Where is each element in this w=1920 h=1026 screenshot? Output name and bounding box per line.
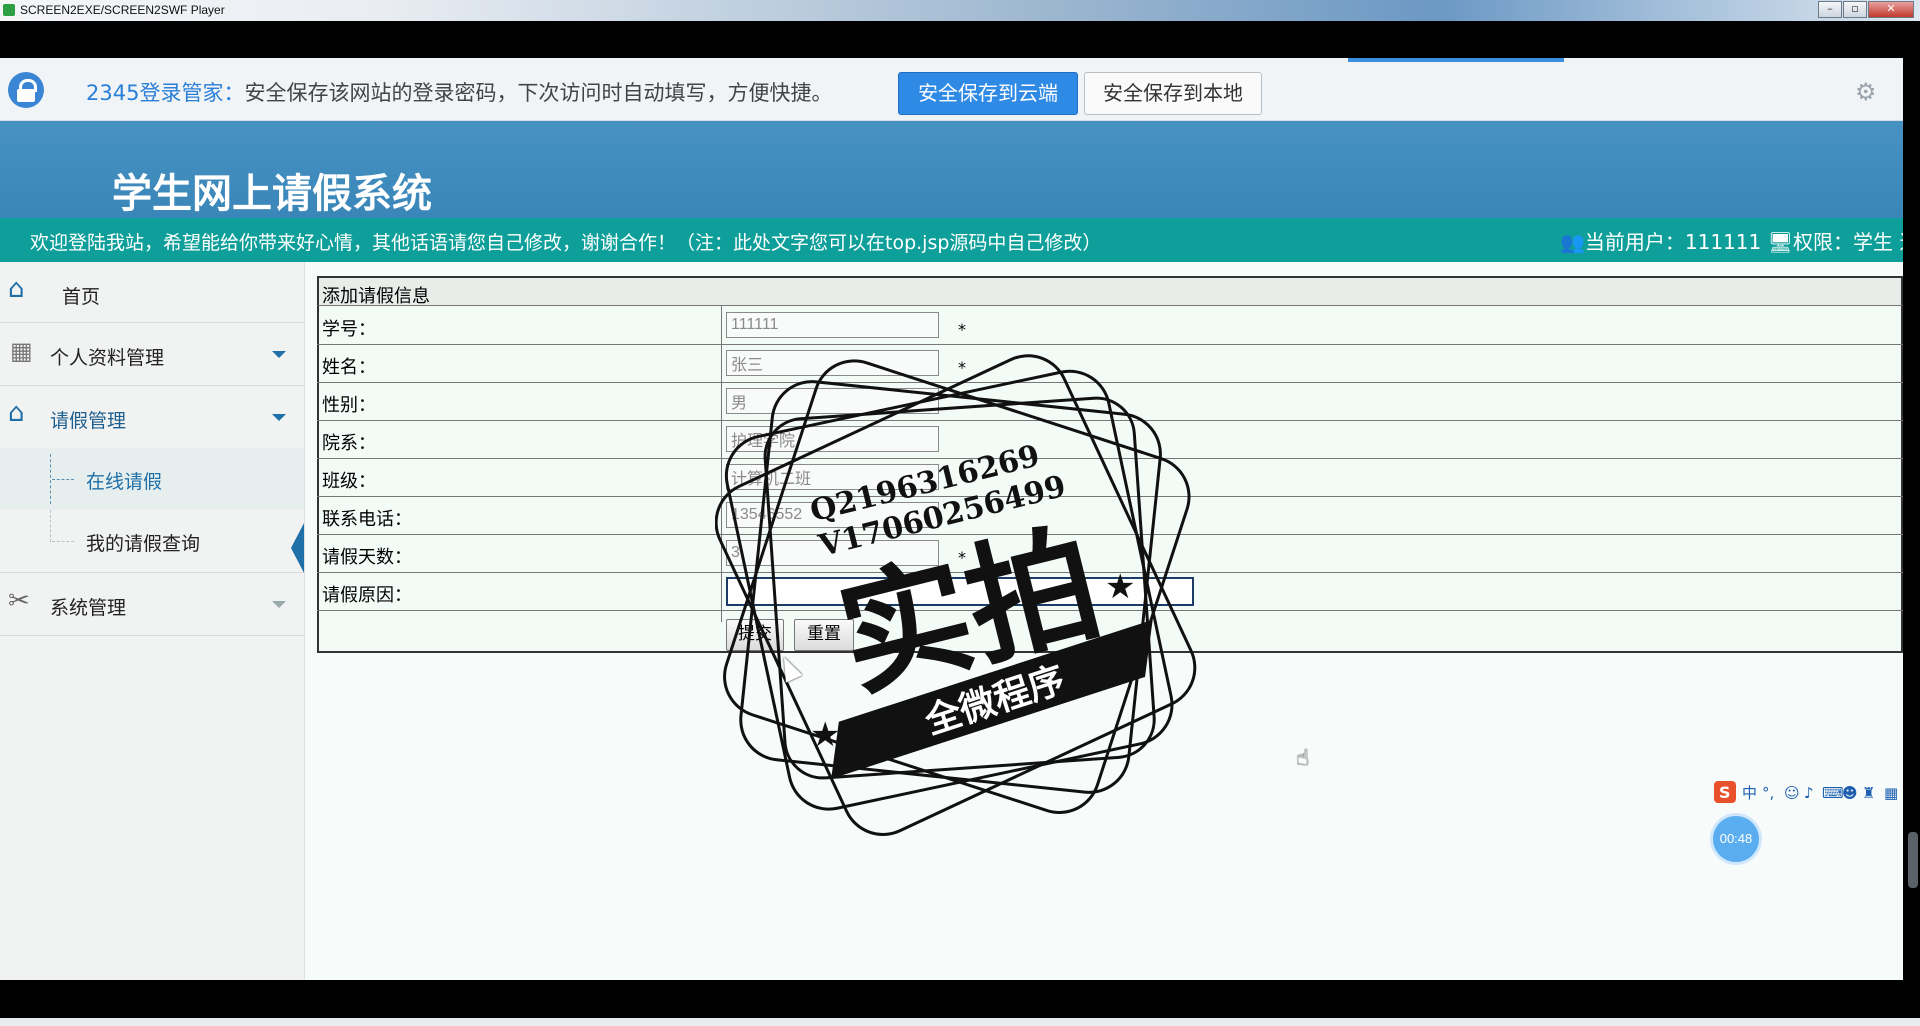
- active-nav-marker: [291, 523, 304, 573]
- sidebar-item-system[interactable]: ✂ 系统管理: [0, 573, 304, 636]
- punctuation-icon[interactable]: °,: [1762, 784, 1774, 802]
- hand-cursor-icon: ☝: [1296, 746, 1310, 771]
- save-to-local-button[interactable]: 安全保存到本地: [1084, 72, 1262, 115]
- grid-icon[interactable]: ▦: [1884, 784, 1898, 802]
- sidebar-item-home[interactable]: ⌂ 首页: [0, 262, 304, 323]
- password-manager-text: 安全保存该网站的登录密码，下次访问时自动填写，方便快捷。: [244, 81, 833, 105]
- row-divider: [317, 344, 1903, 345]
- emoji-icon[interactable]: ☺: [1784, 784, 1800, 802]
- password-manager-brand: 2345登录管家：: [86, 81, 245, 105]
- browser-active-tab-indicator: [1348, 58, 1564, 62]
- svg-text:S: S: [1719, 783, 1731, 802]
- ime-mode-icon[interactable]: 中: [1742, 784, 1757, 802]
- tree-line: [50, 454, 51, 504]
- save-to-cloud-button[interactable]: 安全保存到云端: [898, 72, 1078, 115]
- role-value: 学生: [1853, 230, 1894, 254]
- chevron-down-icon: [272, 351, 286, 358]
- tree-line: [52, 541, 74, 542]
- home-icon: ⌂: [8, 274, 25, 304]
- sidebar-item-label: 系统管理: [50, 597, 127, 619]
- side-scroll-handle[interactable]: [1908, 832, 1918, 888]
- phone-label: 联系电话：: [322, 509, 412, 530]
- maximize-button[interactable]: ▫: [1843, 1, 1867, 18]
- ime-toolbar: S 中 °, ☺ ♪ ⌨ ☻ ♜ ▦: [1714, 781, 1898, 803]
- sub-item-label: 我的请假查询: [86, 533, 201, 555]
- sub-item-online-leave[interactable]: 在线请假: [0, 448, 304, 510]
- grid-icon: ▦: [10, 337, 33, 365]
- star-icon: ★: [1105, 567, 1135, 607]
- user-icon: 👥: [1560, 230, 1585, 254]
- keyboard-icon[interactable]: ⌨: [1822, 784, 1844, 802]
- chevron-down-icon: [272, 601, 286, 608]
- gender-label: 性别：: [322, 395, 376, 416]
- skin-icon[interactable]: ♜: [1862, 784, 1875, 802]
- lock-icon: [8, 72, 44, 108]
- name-label: 姓名：: [322, 357, 376, 378]
- gear-icon[interactable]: ⚙: [1855, 78, 1877, 106]
- sidebar-item-label: 请假管理: [50, 410, 127, 432]
- department-label: 院系：: [322, 433, 376, 454]
- star-icon: ★: [810, 715, 840, 755]
- form-title: 添加请假信息: [322, 286, 430, 307]
- user-info: 👥当前用户：111111 🖥权限：学生 退: [1560, 226, 1903, 255]
- site-title: 学生网上请假系统: [112, 171, 432, 217]
- tree-line: [50, 510, 51, 542]
- student-id-label: 学号：: [322, 319, 376, 340]
- sidebar: ⌂ 首页 ▦ 个人资料管理 ⌂ 请假管理 在线请假 我的请假查询 ✂ 系统管理: [0, 262, 305, 980]
- chevron-down-icon: [272, 414, 286, 421]
- tree-line: [52, 479, 74, 480]
- user-icon[interactable]: ☻: [1842, 784, 1858, 802]
- sidebar-item-profile[interactable]: ▦ 个人资料管理: [0, 323, 304, 386]
- class-label: 班级：: [322, 471, 376, 492]
- watermark-stamp: Q2196316269 V17060256499 实拍 全微程序 ★ ★: [714, 348, 1205, 838]
- logout-link[interactable]: 退: [1899, 230, 1903, 254]
- current-user-value: 111111: [1684, 230, 1762, 254]
- close-button[interactable]: ✕: [1868, 1, 1914, 18]
- screen-viewport: 2345登录管家：安全保存该网站的登录密码，下次访问时自动填写，方便快捷。 安全…: [0, 58, 1903, 980]
- current-user-label: 当前用户：: [1584, 230, 1685, 254]
- sidebar-item-label: 个人资料管理: [50, 347, 165, 369]
- sidebar-item-leave[interactable]: ⌂ 请假管理: [0, 386, 304, 448]
- student-id-input[interactable]: [726, 312, 939, 338]
- minimize-button[interactable]: –: [1818, 1, 1842, 18]
- tools-icon: ✂: [8, 586, 30, 616]
- leave-reason-label: 请假原因：: [322, 585, 412, 606]
- sub-item-my-leave-query[interactable]: 我的请假查询: [0, 510, 304, 573]
- player-app-icon: [3, 4, 15, 16]
- microphone-icon[interactable]: ♪: [1804, 784, 1814, 802]
- watermark-stamp-graphic: Q2196316269 V17060256499 实拍 全微程序 ★ ★: [714, 354, 1197, 836]
- player-titlebar: [0, 0, 1920, 21]
- leave-days-label: 请假天数：: [322, 547, 412, 568]
- role-label: 权限：: [1793, 230, 1854, 254]
- required-mark: *: [958, 320, 966, 339]
- recording-timer[interactable]: 00:48: [1713, 816, 1759, 862]
- home-icon: ⌂: [8, 398, 25, 428]
- role-icon: 🖥: [1767, 230, 1794, 254]
- form-title-row: [317, 276, 1903, 306]
- sub-item-label: 在线请假: [86, 471, 163, 493]
- player-bottom-strip: [0, 1018, 1920, 1026]
- player-window-title: SCREEN2EXE/SCREEN2SWF Player: [20, 3, 225, 17]
- password-manager-message: 2345登录管家：安全保存该网站的登录密码，下次访问时自动填写，方便快捷。: [86, 77, 832, 107]
- welcome-text: 欢迎登陆我站，希望能给你带来好心情，其他话语请您自己修改，谢谢合作！（注：此处文…: [30, 232, 1102, 254]
- sidebar-item-label: 首页: [62, 286, 101, 308]
